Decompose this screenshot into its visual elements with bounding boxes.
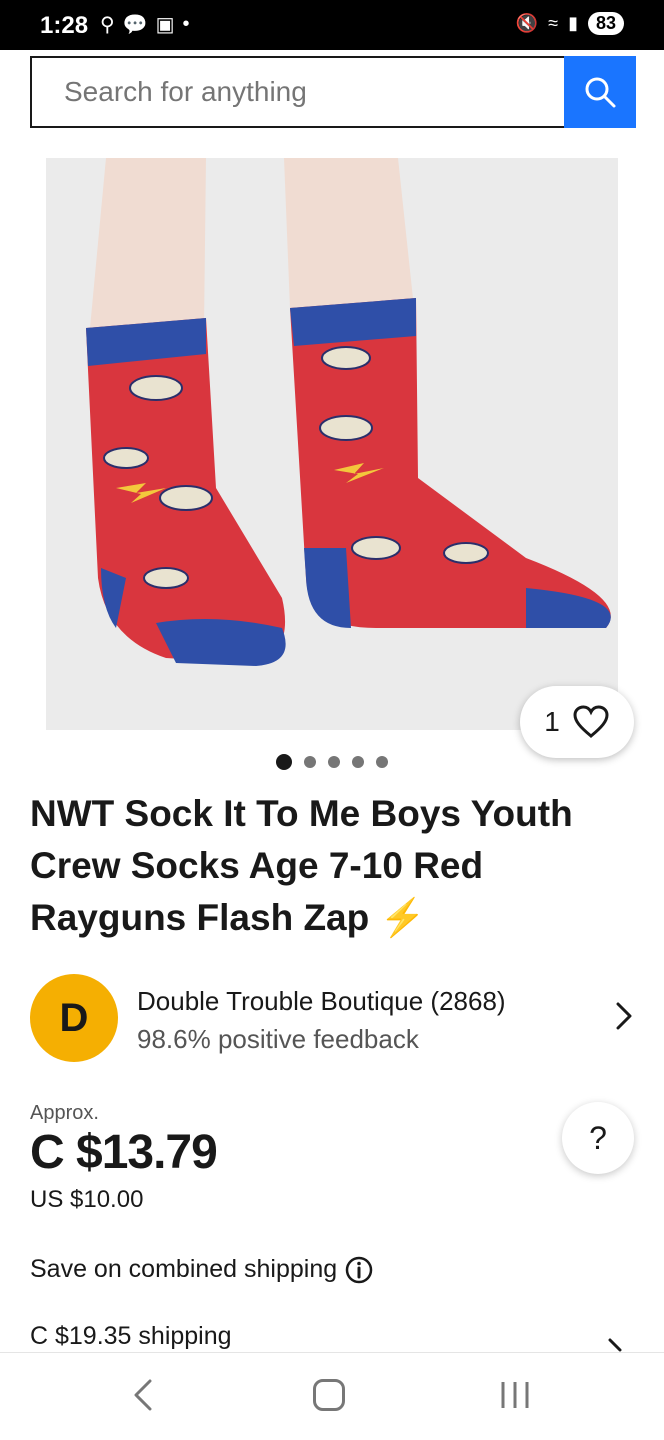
- back-icon[interactable]: [128, 1377, 158, 1413]
- seller-avatar: D: [30, 974, 118, 1062]
- listing-title: NWT Sock It To Me Boys Youth Crew Socks …: [30, 788, 630, 944]
- seller-info[interactable]: D Double Trouble Boutique (2868) 98.6% p…: [30, 974, 634, 1064]
- combined-shipping[interactable]: Save on combined shipping: [30, 1255, 373, 1284]
- status-time: 1:28: [40, 12, 89, 39]
- product-photo[interactable]: [46, 158, 618, 730]
- pagination-dot[interactable]: [376, 756, 388, 768]
- wifi-icon: ≈: [548, 13, 559, 33]
- product-photo-socks: [46, 158, 618, 730]
- image-gallery[interactable]: [0, 158, 664, 730]
- search-icon: [585, 77, 616, 108]
- lightning-emoji: ⚡: [379, 897, 426, 938]
- pagination-dot-active[interactable]: [276, 754, 292, 770]
- usb-icon: ⚲: [100, 14, 115, 36]
- battery-indicator: 83: [587, 12, 624, 35]
- heart-icon: [573, 705, 609, 738]
- status-bar: 1:28 ⚲ 💬 ▣ • 🔇 ≈ ▮ 83: [0, 0, 664, 50]
- seller-name: Double Trouble Boutique (2868): [137, 986, 506, 1016]
- info-icon[interactable]: [345, 1256, 373, 1284]
- listing-title-text: NWT Sock It To Me Boys Youth Crew Socks …: [30, 793, 573, 938]
- search-input[interactable]: [30, 56, 564, 128]
- shipping-cost: C $19.35 shipping: [30, 1322, 232, 1350]
- screenshot-icon: ▣: [155, 14, 175, 36]
- price-original: US $10.00: [30, 1186, 144, 1213]
- pagination-dot[interactable]: [352, 756, 364, 768]
- mute-icon: 🔇: [515, 13, 539, 33]
- pagination-dot[interactable]: [328, 756, 340, 768]
- recent-apps-icon[interactable]: [498, 1379, 532, 1411]
- watch-count: 1: [544, 706, 560, 737]
- seller-feedback: 98.6% positive feedback: [137, 1024, 419, 1054]
- chat-icon: 💬: [122, 14, 148, 36]
- approx-label: Approx.: [30, 1102, 99, 1124]
- pagination-dot[interactable]: [304, 756, 316, 768]
- search-button[interactable]: [564, 56, 636, 128]
- notification-icons: ⚲ 💬 ▣ •: [100, 12, 189, 37]
- search-bar: [0, 50, 664, 158]
- combined-shipping-label: Save on combined shipping: [30, 1255, 338, 1283]
- image-pagination: [0, 754, 664, 770]
- watch-button[interactable]: 1: [520, 686, 634, 758]
- signal-icon: ▮: [568, 13, 578, 33]
- question-icon: ?: [589, 1119, 607, 1156]
- home-icon[interactable]: [313, 1379, 345, 1411]
- chevron-right-icon: [616, 1002, 632, 1030]
- price-main: C $13.79: [30, 1126, 218, 1179]
- dot-icon: •: [182, 13, 190, 35]
- system-icons: 🔇 ≈ ▮ 83: [516, 12, 624, 35]
- help-button[interactable]: ?: [562, 1102, 634, 1174]
- system-nav-bar: [0, 1352, 664, 1440]
- chevron-right-icon[interactable]: [606, 1338, 626, 1352]
